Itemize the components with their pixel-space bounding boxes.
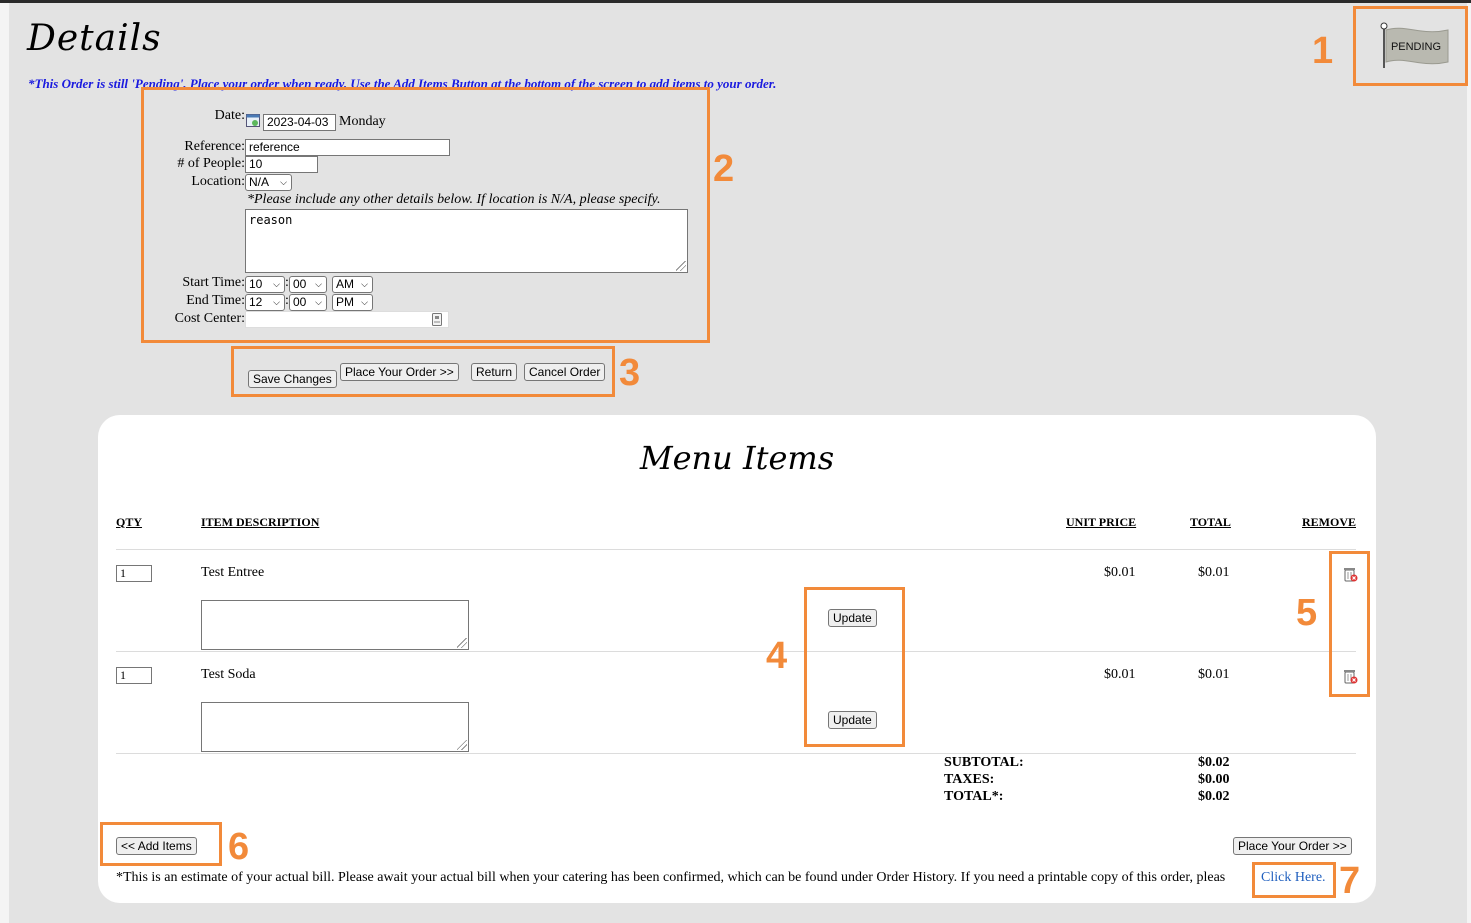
taxes-label: TAXES: <box>944 772 995 787</box>
subtotal-value: $0.02 <box>1198 755 1230 770</box>
unit-price-2: $0.01 <box>1104 667 1136 682</box>
annotation-box-6 <box>100 822 222 866</box>
grand-total-label: TOTAL*: <box>944 789 1004 804</box>
annotation-number-1: 1 <box>1312 30 1334 72</box>
annotation-number-7: 7 <box>1339 860 1361 902</box>
divider <box>116 753 1356 754</box>
unit-price-1: $0.01 <box>1104 565 1136 580</box>
place-order-bottom-button[interactable]: Place Your Order >> <box>1233 837 1352 855</box>
annotation-number-2: 2 <box>713 148 735 190</box>
col-qty: QTY <box>116 515 143 529</box>
menu-items-panel: Menu Items QTY ITEM DESCRIPTION UNIT PRI… <box>98 415 1376 903</box>
subtotal-label: SUBTOTAL: <box>944 755 1024 770</box>
col-total: TOTAL <box>1190 515 1231 529</box>
annotation-number-4: 4 <box>766 635 788 677</box>
annotation-number-5: 5 <box>1296 592 1318 634</box>
annotation-number-6: 6 <box>228 826 250 868</box>
total-1: $0.01 <box>1198 565 1230 580</box>
resize-grip-icon[interactable] <box>457 638 467 648</box>
taxes-value: $0.00 <box>1198 772 1230 787</box>
col-remove: REMOVE <box>1302 515 1356 529</box>
grand-total-value: $0.02 <box>1198 789 1230 804</box>
annotation-box-1 <box>1353 6 1468 86</box>
qty-input-2[interactable]: 1 <box>116 667 152 684</box>
annotation-box-3 <box>231 346 615 397</box>
col-description: ITEM DESCRIPTION <box>201 515 320 529</box>
footnote-text: *This is an estimate of your actual bill… <box>116 870 1226 885</box>
annotation-box-7 <box>1252 862 1336 898</box>
window-top-border <box>0 0 1471 3</box>
estimate-footnote: *This is an estimate of your actual bill… <box>116 870 1225 886</box>
left-margin <box>0 3 9 923</box>
divider <box>116 651 1356 652</box>
item-note-1[interactable] <box>201 600 469 650</box>
page-title: Details <box>27 18 162 59</box>
total-2: $0.01 <box>1198 667 1230 682</box>
annotation-number-3: 3 <box>619 352 641 394</box>
col-unit-price: UNIT PRICE <box>1066 515 1137 529</box>
item-note-2[interactable] <box>201 702 469 752</box>
right-margin <box>1467 3 1471 923</box>
annotation-box-4 <box>804 587 905 747</box>
annotation-box-5 <box>1329 551 1370 697</box>
annotation-box-2 <box>141 87 710 343</box>
resize-grip-icon[interactable] <box>457 740 467 750</box>
menu-title: Menu Items <box>639 439 835 477</box>
item-description-2: Test Soda <box>201 667 256 682</box>
qty-input-1[interactable]: 1 <box>116 565 152 582</box>
divider <box>116 549 1356 550</box>
item-description-1: Test Entree <box>201 565 265 580</box>
